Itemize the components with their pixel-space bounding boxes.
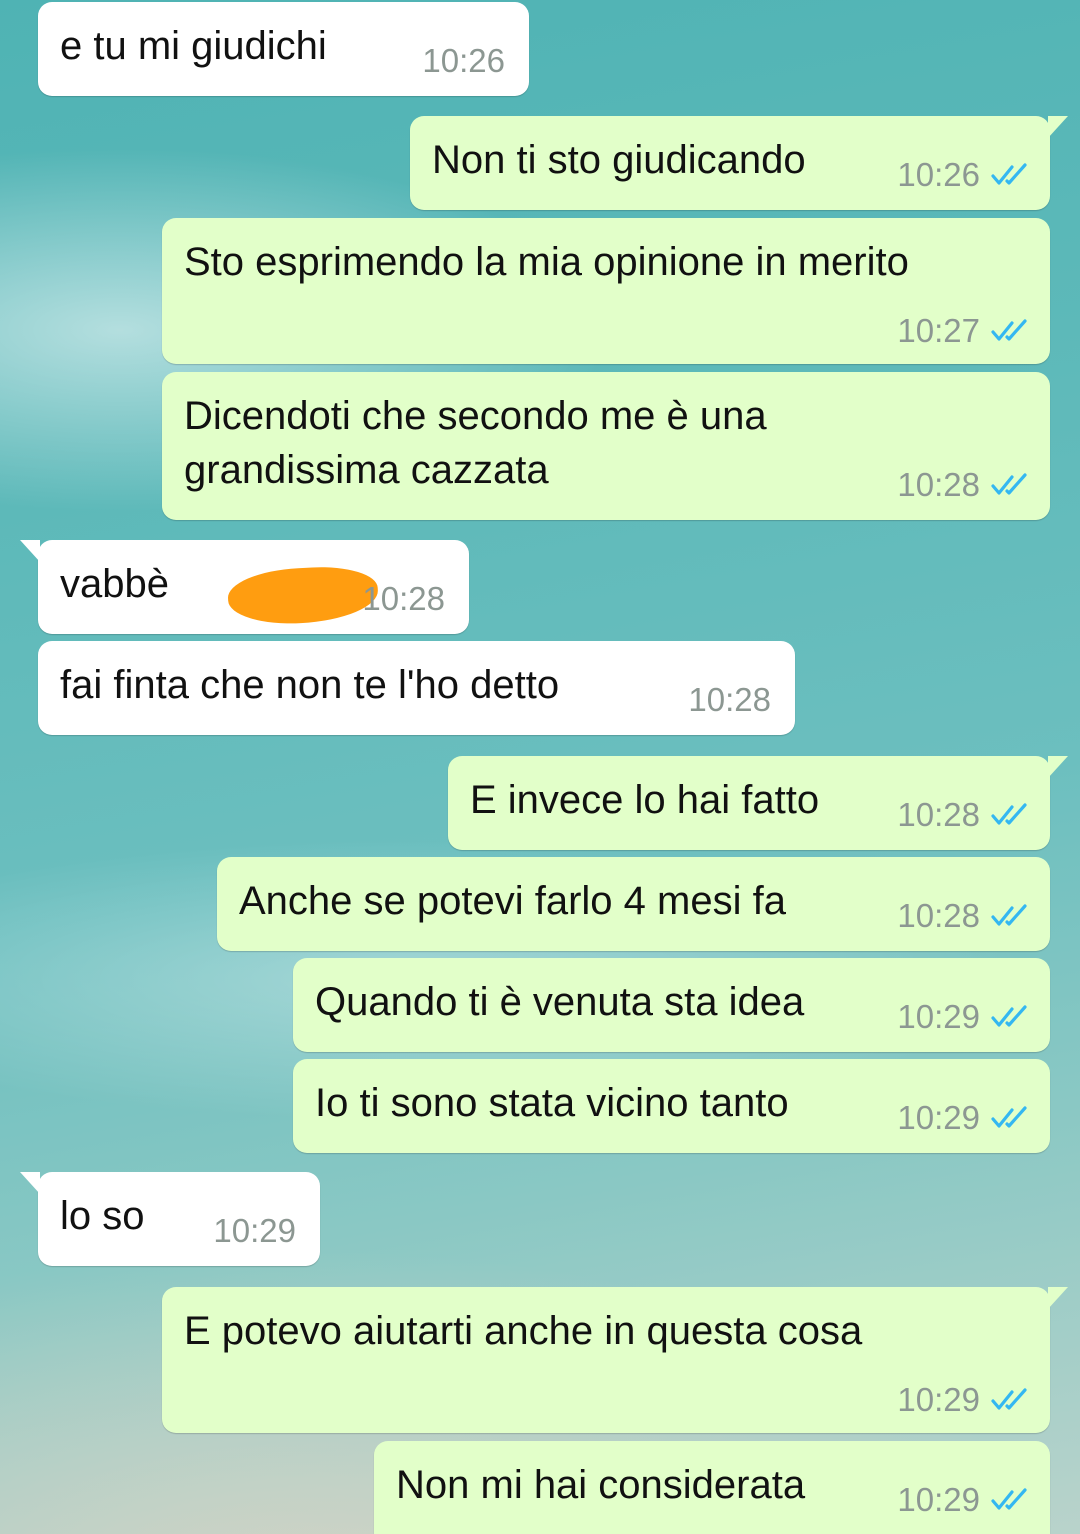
double-check-icon [990, 319, 1030, 343]
message-text: Anche se potevi farlo 4 mesi fa [239, 879, 786, 923]
message-time: 10:29 [897, 998, 980, 1035]
message-incoming[interactable]: fai finta che non te l'ho detto 10:28 [38, 641, 795, 735]
message-text-line-2: grandissima cazzata [184, 448, 549, 492]
message-outgoing[interactable]: Non mi hai considerata 10:29 [374, 1441, 1050, 1534]
message-text: Non mi hai considerata [396, 1463, 806, 1507]
message-text: e tu mi giudichi [60, 24, 327, 68]
chat-conversation: e tu mi giudichi 10:26 Non ti sto giudic… [0, 0, 1080, 1534]
double-check-icon [990, 1106, 1030, 1130]
message-outgoing[interactable]: Io ti sono stata vicino tanto 10:29 [293, 1059, 1050, 1153]
message-incoming[interactable]: e tu mi giudichi 10:26 [38, 2, 529, 96]
double-check-icon [990, 904, 1030, 928]
message-time: 10:28 [362, 580, 445, 617]
message-text: Quando ti è venuta sta idea [315, 980, 805, 1024]
message-time: 10:29 [897, 1481, 980, 1518]
message-time: 10:28 [688, 681, 771, 718]
message-time: 10:26 [422, 42, 505, 79]
message-outgoing[interactable]: Sto esprimendo la mia opinione in merito… [162, 218, 1050, 364]
double-check-icon [990, 803, 1030, 827]
message-outgoing[interactable]: Non ti sto giudicando 10:26 [410, 116, 1068, 210]
double-check-icon [990, 473, 1030, 497]
message-text: E potevo aiutarti anche in questa cosa [184, 1309, 863, 1353]
message-text: fai finta che non te l'ho detto [60, 663, 560, 707]
message-text: lo so [60, 1194, 145, 1238]
message-time: 10:28 [897, 897, 980, 934]
message-incoming[interactable]: vabbè 10:28 [20, 540, 469, 634]
message-time: 10:29 [897, 1381, 980, 1418]
double-check-icon [990, 1388, 1030, 1412]
message-outgoing[interactable]: Quando ti è venuta sta idea 10:29 [293, 958, 1050, 1052]
message-text: Non ti sto giudicando [432, 138, 806, 182]
message-text: Io ti sono stata vicino tanto [315, 1081, 789, 1125]
message-outgoing[interactable]: E invece lo hai fatto 10:28 [448, 756, 1068, 850]
message-outgoing[interactable]: E potevo aiutarti anche in questa cosa 1… [162, 1287, 1068, 1433]
message-outgoing[interactable]: Anche se potevi farlo 4 mesi fa 10:28 [217, 857, 1050, 951]
message-text: E invece lo hai fatto [470, 778, 820, 822]
message-text: Sto esprimendo la mia opinione in merito [184, 240, 909, 284]
message-time: 10:29 [213, 1212, 296, 1249]
message-time: 10:26 [897, 156, 980, 193]
double-check-icon [990, 163, 1030, 187]
message-time: 10:28 [897, 796, 980, 833]
message-incoming[interactable]: lo so 10:29 [20, 1172, 320, 1266]
double-check-icon [990, 1005, 1030, 1029]
message-outgoing[interactable]: Dicendoti che secondo me è una grandissi… [162, 372, 1050, 520]
redaction-scribble [226, 564, 380, 627]
message-time: 10:27 [897, 312, 980, 349]
message-time: 10:28 [897, 466, 980, 503]
message-text-line-1: Dicendoti che secondo me è una [184, 394, 767, 438]
message-text: vabbè [60, 562, 169, 606]
double-check-icon [990, 1488, 1030, 1512]
message-time: 10:29 [897, 1099, 980, 1136]
